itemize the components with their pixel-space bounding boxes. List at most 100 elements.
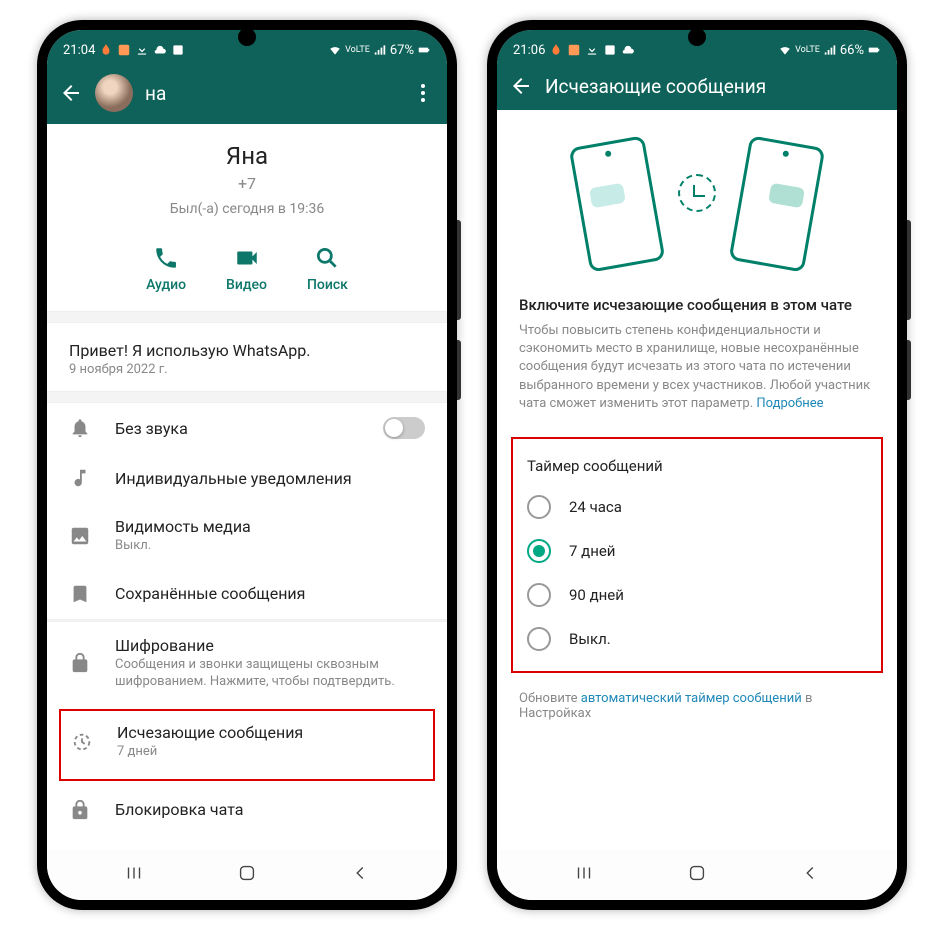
footer-pre: Обновите	[519, 691, 581, 706]
profile-header: Яна +7 Был(-а) сегодня в 19:36	[47, 124, 447, 231]
radio-24h-label: 24 часа	[569, 498, 622, 516]
learn-more-link[interactable]: Подробнее	[756, 396, 823, 411]
radio-circle-checked	[527, 539, 551, 563]
nav-bar	[497, 850, 897, 900]
media-label: Видимость медиа	[115, 517, 425, 536]
fire-icon	[99, 43, 113, 57]
chat-header: на	[47, 66, 447, 124]
profile-name: Яна	[67, 142, 427, 170]
desc-text: Чтобы повысить степень конфиденциальност…	[519, 322, 875, 413]
radio-7d-label: 7 дней	[569, 542, 615, 560]
saved-messages-item[interactable]: Сохранённые сообщения	[47, 569, 447, 619]
media-visibility-item[interactable]: Видимость медиа Выкл.	[47, 503, 447, 569]
recent-apps-button[interactable]	[573, 862, 595, 884]
radio-circle-unchecked	[527, 583, 551, 607]
video-icon	[234, 245, 260, 271]
video-label: Видео	[226, 277, 267, 293]
more-icon[interactable]	[411, 81, 435, 105]
phone-illust-right	[729, 135, 826, 272]
camera-notch	[688, 28, 706, 46]
page-title: Исчезающие сообщения	[545, 75, 885, 98]
status-time: 21:06	[513, 43, 545, 58]
illustration	[497, 110, 897, 286]
signal-icon	[373, 43, 387, 57]
page-header: Исчезающие сообщения	[497, 66, 897, 110]
disappearing-item[interactable]: Исчезающие сообщения 7 дней	[69, 721, 425, 769]
image-icon	[171, 43, 185, 57]
bell-icon	[69, 417, 91, 439]
home-button[interactable]	[236, 862, 258, 884]
chat-lock-label: Блокировка чата	[115, 800, 425, 819]
footer-link[interactable]: автоматический таймер сообщений	[581, 691, 802, 706]
about-block[interactable]: Привет! Я использую WhatsApp. 9 ноября 2…	[47, 323, 447, 391]
recent-apps-button[interactable]	[123, 862, 145, 884]
cloud-icon	[621, 43, 635, 57]
nav-bar	[47, 850, 447, 900]
encryption-item[interactable]: Шифрование Сообщения и звонки защищены с…	[47, 622, 447, 705]
timer-icon	[71, 731, 93, 753]
radio-circle-unchecked	[527, 627, 551, 651]
phone-icon	[153, 245, 179, 271]
divider	[47, 311, 447, 323]
back-button[interactable]	[349, 862, 371, 884]
phone-frame-left: 21:04 VoLTE 67% на	[37, 20, 457, 910]
video-call-button[interactable]: Видео	[226, 245, 267, 293]
image-icon	[69, 525, 91, 547]
mute-item[interactable]: Без звука	[47, 403, 447, 453]
app-icon	[117, 43, 131, 57]
radio-off-label: Выкл.	[569, 630, 611, 648]
camera-notch	[238, 28, 256, 46]
disappear-label: Исчезающие сообщения	[117, 723, 423, 742]
media-sub: Выкл.	[115, 538, 425, 555]
signal-icon	[823, 43, 837, 57]
music-note-icon	[69, 467, 91, 489]
highlight-disappear: Исчезающие сообщения 7 дней	[59, 709, 435, 781]
download-icon	[585, 43, 599, 57]
cloud-icon	[153, 43, 167, 57]
mute-label: Без звука	[115, 419, 359, 438]
download-icon	[135, 43, 149, 57]
radio-group-title: Таймер сообщений	[513, 447, 881, 485]
radio-7d[interactable]: 7 дней	[513, 529, 881, 573]
header-name-partial[interactable]: на	[145, 82, 399, 105]
status-time: 21:04	[63, 43, 95, 58]
radio-24h[interactable]: 24 часа	[513, 485, 881, 529]
saved-label: Сохранённые сообщения	[115, 584, 425, 603]
about-date: 9 ноября 2022 г.	[69, 362, 425, 377]
fire-icon	[549, 43, 563, 57]
back-arrow-icon[interactable]	[59, 81, 83, 105]
chat-lock-item[interactable]: Блокировка чата	[47, 785, 447, 835]
profile-phone: +7	[67, 174, 427, 193]
description-block: Включите исчезающие сообщения в этом чат…	[497, 286, 897, 431]
radio-90d[interactable]: 90 дней	[513, 573, 881, 617]
desc-title: Включите исчезающие сообщения в этом чат…	[519, 296, 875, 314]
lte-label: VoLTE	[345, 45, 370, 55]
disappear-sub: 7 дней	[117, 744, 423, 761]
battery-percent: 66%	[840, 43, 864, 58]
radio-circle-unchecked	[527, 495, 551, 519]
back-arrow-icon[interactable]	[509, 74, 533, 98]
divider	[47, 391, 447, 403]
audio-label: Аудио	[146, 277, 186, 293]
radio-off[interactable]: Выкл.	[513, 617, 881, 661]
mute-toggle[interactable]	[383, 417, 425, 439]
search-button[interactable]: Поиск	[307, 245, 348, 293]
chat-lock-icon	[69, 799, 91, 821]
search-label: Поиск	[307, 277, 348, 293]
wifi-icon	[778, 43, 792, 57]
back-button[interactable]	[799, 862, 821, 884]
side-button	[907, 340, 911, 400]
custom-notif-item[interactable]: Индивидуальные уведомления	[47, 453, 447, 503]
home-button[interactable]	[686, 862, 708, 884]
audio-call-button[interactable]: Аудио	[146, 245, 186, 293]
encrypt-sub: Сообщения и звонки защищены сквозным шиф…	[115, 657, 425, 691]
battery-icon	[417, 43, 431, 57]
search-icon	[314, 245, 340, 271]
side-button	[457, 220, 461, 320]
side-button	[457, 340, 461, 400]
battery-percent: 67%	[390, 43, 414, 58]
timer-radio-group-highlight: Таймер сообщений 24 часа 7 дней 90 дней …	[511, 437, 883, 673]
wifi-icon	[328, 43, 342, 57]
bookmark-icon	[69, 583, 91, 605]
contact-avatar[interactable]	[95, 74, 133, 112]
